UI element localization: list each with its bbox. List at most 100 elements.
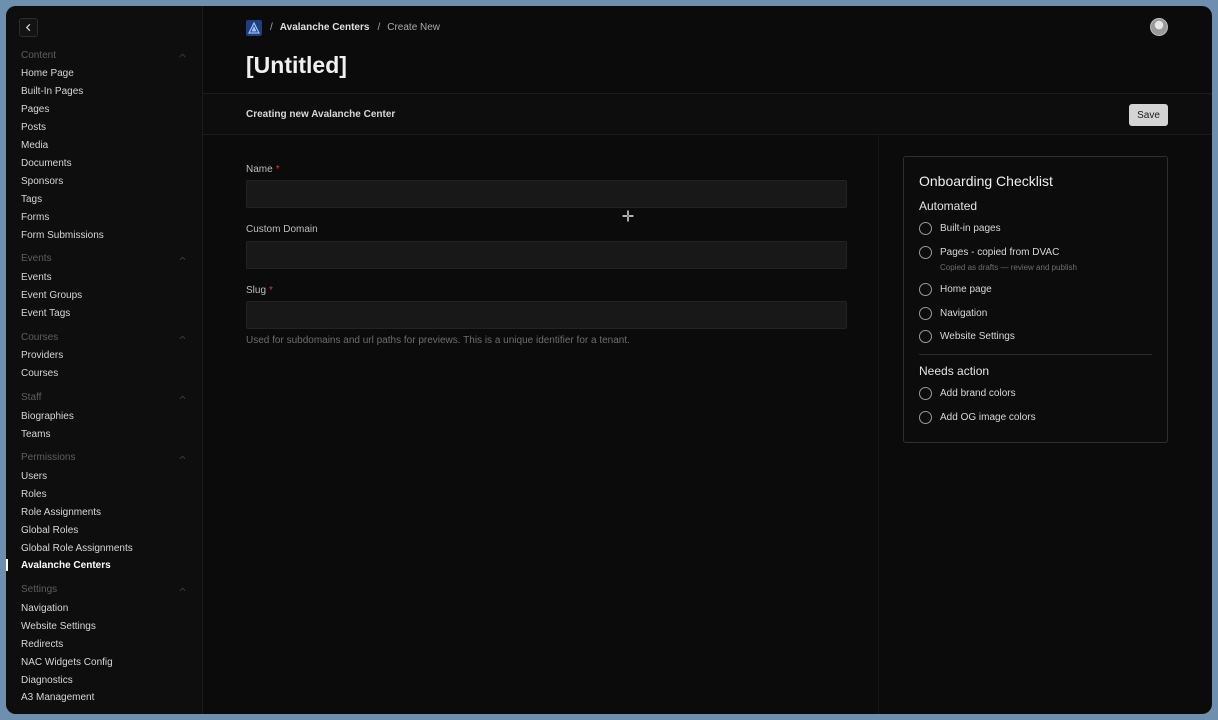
radio-icon xyxy=(919,283,932,296)
chevron-up-icon xyxy=(179,454,186,459)
breadcrumb-separator: / xyxy=(270,22,273,33)
sidebar-item-providers[interactable]: Providers xyxy=(21,350,63,361)
checklist-item-label: Navigation xyxy=(940,308,988,319)
checklist-item-label: Home page xyxy=(940,284,992,295)
avalanche-logo-icon[interactable] xyxy=(246,19,262,36)
chevron-up-icon xyxy=(179,394,186,399)
custom-domain-field-label: Custom Domain xyxy=(246,224,318,235)
radio-icon xyxy=(919,330,932,343)
needs-action-section-title: Needs action xyxy=(919,364,990,378)
chevron-up-icon xyxy=(179,334,186,339)
sidebar-item-media[interactable]: Media xyxy=(21,140,48,151)
nav-group-title: Courses xyxy=(21,331,59,343)
sidebar-item-role-assignments[interactable]: Role Assignments xyxy=(21,507,101,518)
sidebar-item-a3-management[interactable]: A3 Management xyxy=(21,692,94,703)
nav-group-staff[interactable]: Staff xyxy=(21,390,186,404)
checklist-item-pages-copied[interactable]: Pages - copied from DVAC xyxy=(919,246,1059,259)
checklist-item-home-page[interactable]: Home page xyxy=(919,283,992,296)
breadcrumb-separator: / xyxy=(377,22,381,33)
sidebar-item-forms[interactable]: Forms xyxy=(21,212,49,223)
slug-help-text: Used for subdomains and url paths for pr… xyxy=(246,335,630,346)
checklist-item-add-og-image-colors[interactable]: Add OG image colors xyxy=(919,411,1036,424)
sidebar-item-home-page[interactable]: Home Page xyxy=(21,68,74,79)
required-marker: * xyxy=(269,285,273,296)
move-cursor-icon xyxy=(622,210,634,222)
sidebar-item-documents[interactable]: Documents xyxy=(21,158,72,169)
custom-domain-field[interactable] xyxy=(246,241,847,269)
sidebar-item-tags[interactable]: Tags xyxy=(21,194,42,205)
name-field-label: Name * xyxy=(246,164,280,175)
radio-icon xyxy=(919,222,932,235)
sidebar-item-events[interactable]: Events xyxy=(21,272,52,283)
nav-group-permissions[interactable]: Permissions xyxy=(21,450,186,464)
sidebar-item-global-role-assignments[interactable]: Global Role Assignments xyxy=(21,543,133,554)
checklist-item-label: Pages - copied from DVAC xyxy=(940,247,1060,258)
checklist-item-label: Add brand colors xyxy=(940,388,1016,399)
sidebar-item-event-groups[interactable]: Event Groups xyxy=(21,290,82,301)
sidebar-item-built-in-pages[interactable]: Built-In Pages xyxy=(21,86,83,97)
radio-icon xyxy=(919,411,932,424)
sidebar-item-posts[interactable]: Posts xyxy=(21,122,46,133)
sidebar-item-roles[interactable]: Roles xyxy=(21,489,47,500)
sidebar-item-biographies[interactable]: Biographies xyxy=(21,411,74,422)
edit-form: Name * Custom Domain Slug * Used for subdo… xyxy=(203,135,878,714)
nav-group-title: Events xyxy=(21,252,52,264)
creating-status-label: Creating new Avalanche Center xyxy=(246,109,396,120)
automated-section-title: Automated xyxy=(919,199,978,213)
chevron-up-icon xyxy=(179,255,186,260)
sidebar: Content Home Page Built-In Pages Pages P… xyxy=(6,6,203,714)
sidebar-item-navigation[interactable]: Navigation xyxy=(21,603,68,614)
app-window: Content Home Page Built-In Pages Pages P… xyxy=(6,6,1212,714)
checklist-divider xyxy=(919,354,1152,355)
checklist-item-navigation[interactable]: Navigation xyxy=(919,307,987,320)
sidebar-item-users[interactable]: Users xyxy=(21,471,47,482)
sidebar-collapse-button[interactable] xyxy=(19,18,38,37)
document-controls-bar: Creating new Avalanche Center Save xyxy=(203,94,1212,134)
chevron-up-icon xyxy=(179,586,186,591)
sidebar-item-diagnostics[interactable]: Diagnostics xyxy=(21,675,73,686)
page-title: [Untitled] xyxy=(246,52,347,78)
sidebar-item-nac-widgets-config[interactable]: NAC Widgets Config xyxy=(21,657,113,668)
breadcrumb-avalanche-centers[interactable]: Avalanche Centers xyxy=(280,22,370,33)
breadcrumb: / Avalanche Centers / Create New xyxy=(246,19,440,36)
radio-icon xyxy=(919,307,932,320)
nav-group-title: Permissions xyxy=(21,451,76,463)
nav-group-settings[interactable]: Settings xyxy=(21,582,186,596)
nav-group-title: Staff xyxy=(21,391,42,403)
slug-field[interactable] xyxy=(246,301,847,329)
nav-group-title: Content xyxy=(21,49,57,61)
slug-label-text: Slug xyxy=(246,285,267,296)
radio-icon xyxy=(919,387,932,400)
nav-group-events[interactable]: Events xyxy=(21,251,186,265)
slug-field-label: Slug * xyxy=(246,285,273,296)
nav-group-content[interactable]: Content xyxy=(21,48,186,62)
checklist-item-label: Website Settings xyxy=(940,331,1015,342)
nav-group-title: Settings xyxy=(21,583,58,595)
checklist-item-built-in-pages[interactable]: Built-in pages xyxy=(919,222,1001,235)
sidebar-item-global-roles[interactable]: Global Roles xyxy=(21,525,78,536)
column-divider xyxy=(878,135,879,714)
checklist-title: Onboarding Checklist xyxy=(919,173,1053,189)
sidebar-item-teams[interactable]: Teams xyxy=(21,429,50,440)
sidebar-item-event-tags[interactable]: Event Tags xyxy=(21,308,70,319)
sidebar-item-website-settings[interactable]: Website Settings xyxy=(21,621,96,632)
name-label-text: Name xyxy=(246,164,273,175)
sidebar-item-form-submissions[interactable]: Form Submissions xyxy=(21,230,104,241)
save-button[interactable]: Save xyxy=(1129,104,1168,126)
sidebar-item-sponsors[interactable]: Sponsors xyxy=(21,176,63,187)
active-indicator xyxy=(6,559,8,571)
nav-group-courses[interactable]: Courses xyxy=(21,330,186,344)
checklist-item-add-brand-colors[interactable]: Add brand colors xyxy=(919,387,1016,400)
sidebar-item-redirects[interactable]: Redirects xyxy=(21,639,63,650)
chevron-left-icon xyxy=(25,23,31,32)
chevron-up-icon xyxy=(179,52,186,57)
sidebar-item-pages[interactable]: Pages xyxy=(21,104,49,115)
checklist-item-label: Built-in pages xyxy=(940,223,1001,234)
user-avatar[interactable] xyxy=(1150,18,1168,36)
checklist-item-website-settings[interactable]: Website Settings xyxy=(919,330,1015,343)
sidebar-item-avalanche-centers[interactable]: Avalanche Centers xyxy=(21,560,111,571)
main-content: / Avalanche Centers / Create New [Untitl… xyxy=(203,6,1212,714)
radio-icon xyxy=(919,246,932,259)
name-field[interactable] xyxy=(246,180,847,208)
sidebar-item-courses[interactable]: Courses xyxy=(21,368,58,379)
